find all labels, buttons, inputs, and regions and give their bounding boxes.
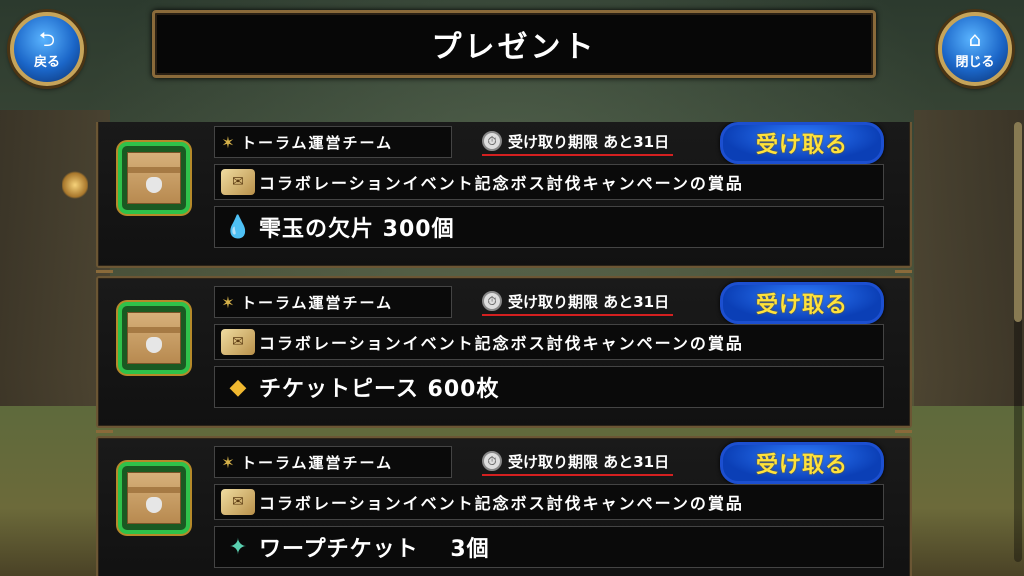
reason-field: ✉ コラボレーションイベント記念ボス討伐キャンペーンの賞品 xyxy=(214,324,884,360)
water-drops-icon: 💧 xyxy=(224,214,252,240)
deadline-text: 受け取り期限 あと31日 xyxy=(508,132,670,151)
reward-field: ◆ チケットピース 600枚 xyxy=(214,366,884,408)
present-box-icon xyxy=(118,142,190,214)
reward-text: チケットピース 600枚 xyxy=(259,377,500,402)
reward-text: 雫玉の欠片 300個 xyxy=(259,217,455,242)
reason-text: コラボレーションイベント記念ボス討伐キャンペーンの賞品 xyxy=(259,334,744,353)
reward-field: 💧 雫玉の欠片 300個 xyxy=(214,206,884,248)
deadline: ⏱ 受け取り期限 あと31日 xyxy=(482,128,674,156)
ticket-pieces-icon: ◆ xyxy=(229,374,247,400)
stopwatch-icon: ⏱ xyxy=(482,131,502,151)
reason-text: コラボレーションイベント記念ボス討伐キャンペーンの賞品 xyxy=(259,174,744,193)
background-wall-right xyxy=(914,110,1024,440)
receive-button[interactable]: 受け取る xyxy=(720,282,884,324)
reason-field: ✉ コラボレーションイベント記念ボス討伐キャンペーンの賞品 xyxy=(214,164,884,200)
sender-emblem-icon: ✶ xyxy=(221,292,235,312)
present-card: ✶ トーラム運営チーム ⏱ 受け取り期限 あと31日 受け取る ✉ コラボレーシ… xyxy=(96,270,912,428)
sender-field: ✶ トーラム運営チーム xyxy=(214,286,452,318)
background-wall-left xyxy=(0,110,110,440)
scroll-letter-icon: ✉ xyxy=(221,329,255,355)
close-button-label: 閉じる xyxy=(955,54,995,70)
present-box-icon xyxy=(118,462,190,534)
present-list[interactable]: ✶ トーラム運営チーム ⏱ 受け取り期限 あと31日 受け取る ✉ コラボレーシ… xyxy=(96,122,912,576)
sender-emblem-icon: ✶ xyxy=(221,132,235,152)
back-button[interactable]: ⮌ 戻る xyxy=(10,12,84,86)
present-card: ✶ トーラム運営チーム ⏱ 受け取り期限 あと31日 受け取る ✉ コラボレーシ… xyxy=(96,122,912,268)
list-scrollbar[interactable] xyxy=(1014,122,1022,562)
title-bar: プレゼント xyxy=(152,10,876,78)
receive-button-label: 受け取る xyxy=(755,293,848,318)
scroll-letter-icon: ✉ xyxy=(221,169,255,195)
sender-field: ✶ トーラム運営チーム xyxy=(214,446,452,478)
reward-field: ✦ ワープチケット 3個 xyxy=(214,526,884,568)
receive-button-label: 受け取る xyxy=(755,133,848,158)
scroll-thumb[interactable] xyxy=(1014,122,1022,322)
close-button[interactable]: ⌂ 閉じる xyxy=(938,12,1012,86)
warp-ticket-icon: ✦ xyxy=(228,534,248,560)
background-lamp xyxy=(62,170,88,200)
stopwatch-icon: ⏱ xyxy=(482,451,502,471)
sender-name: トーラム運営チーム xyxy=(241,453,394,472)
deadline-text: 受け取り期限 あと31日 xyxy=(508,292,670,311)
receive-button[interactable]: 受け取る xyxy=(720,122,884,164)
deadline: ⏱ 受け取り期限 あと31日 xyxy=(482,288,674,316)
stopwatch-icon: ⏱ xyxy=(482,291,502,311)
home-icon: ⌂ xyxy=(968,26,982,51)
page-title: プレゼント xyxy=(431,30,597,65)
present-box-icon xyxy=(118,302,190,374)
sender-name: トーラム運営チーム xyxy=(241,133,394,152)
reason-text: コラボレーションイベント記念ボス討伐キャンペーンの賞品 xyxy=(259,494,744,513)
present-card: ✶ トーラム運営チーム ⏱ 受け取り期限 あと31日 受け取る ✉ コラボレーシ… xyxy=(96,430,912,576)
sender-field: ✶ トーラム運営チーム xyxy=(214,126,452,158)
reward-text: ワープチケット 3個 xyxy=(259,537,490,562)
reason-field: ✉ コラボレーションイベント記念ボス討伐キャンペーンの賞品 xyxy=(214,484,884,520)
sender-name: トーラム運営チーム xyxy=(241,293,394,312)
receive-button-label: 受け取る xyxy=(755,453,848,478)
deadline-text: 受け取り期限 あと31日 xyxy=(508,452,670,471)
back-button-label: 戻る xyxy=(33,54,60,70)
return-arrow-icon: ⮌ xyxy=(38,26,56,51)
receive-button[interactable]: 受け取る xyxy=(720,442,884,484)
deadline: ⏱ 受け取り期限 あと31日 xyxy=(482,448,674,476)
sender-emblem-icon: ✶ xyxy=(221,452,235,472)
scroll-letter-icon: ✉ xyxy=(221,489,255,515)
